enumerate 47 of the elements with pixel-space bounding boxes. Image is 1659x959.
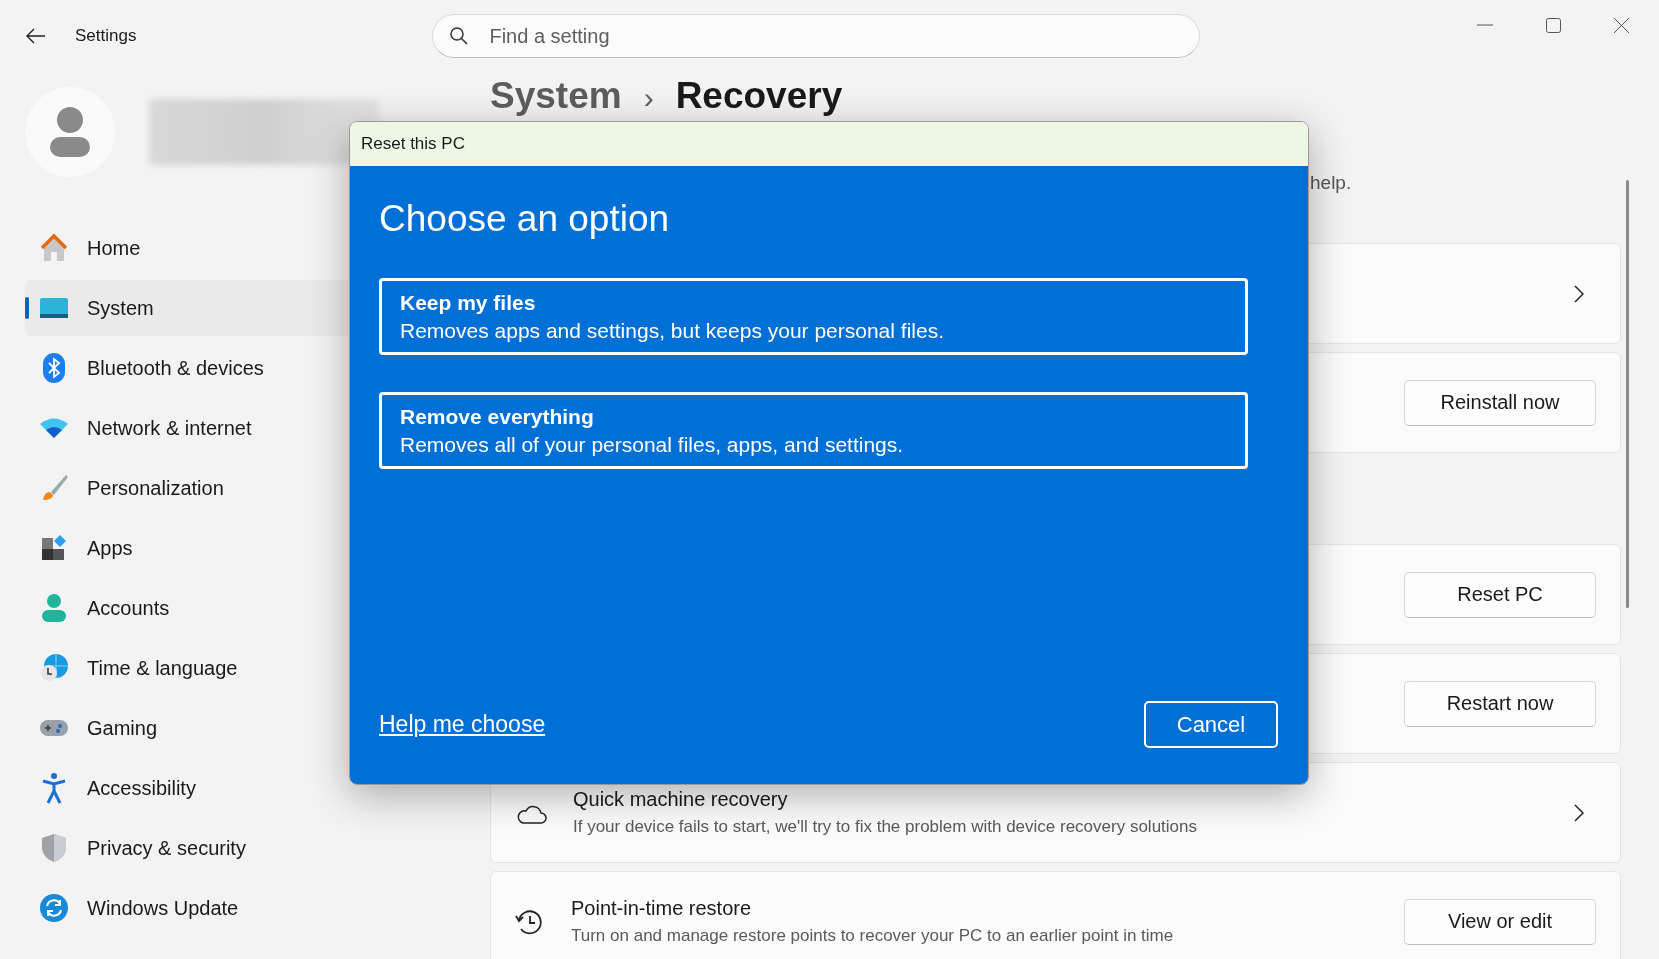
card-description: If your device fails to start, we'll try to fix the problem with device recovery solutions bbox=[573, 817, 1198, 837]
sidebar-item[interactable]: Time & language bbox=[25, 640, 370, 696]
scrollbar[interactable] bbox=[1626, 180, 1629, 608]
sidebar-item[interactable]: Windows Update bbox=[25, 880, 370, 936]
close-icon[interactable] bbox=[1614, 17, 1629, 33]
card-description: Turn on and manage restore points to recover your PC to an earlier point in time bbox=[571, 926, 1175, 946]
sidebar-item[interactable]: Accessibility bbox=[25, 760, 370, 816]
update-icon bbox=[39, 893, 69, 923]
chevron-right-icon bbox=[1574, 284, 1584, 303]
sidebar-item[interactable]: Personalization bbox=[25, 460, 370, 516]
card-action-button[interactable]: Restart now bbox=[1404, 680, 1596, 727]
sidebar-item[interactable]: Privacy & security bbox=[25, 820, 370, 876]
breadcrumb-link[interactable]: System bbox=[490, 74, 622, 118]
maximize-icon[interactable] bbox=[1546, 17, 1561, 33]
sidebar-item[interactable]: Home bbox=[25, 220, 370, 276]
sidebar-item[interactable]: Bluetooth & devices bbox=[25, 340, 370, 396]
monitor-icon bbox=[39, 296, 69, 320]
option-button[interactable]: Keep my files Removes apps and settings, but keeps your personal files. bbox=[379, 278, 1248, 355]
wifi-icon bbox=[39, 417, 69, 439]
page-description: help. bbox=[1310, 172, 1352, 195]
page-title: Recovery bbox=[675, 74, 843, 118]
search-icon bbox=[449, 26, 470, 46]
dialog-title: Reset this PC bbox=[361, 134, 465, 154]
sidebar-item[interactable]: Gaming bbox=[25, 700, 370, 756]
help-link[interactable]: Help me choose bbox=[379, 711, 546, 738]
option-button[interactable]: Remove everything Removes all of your personal files, apps, and settings. bbox=[379, 392, 1248, 469]
card-title: Point-in-time restore bbox=[571, 897, 753, 920]
gamepad-icon bbox=[39, 718, 69, 738]
card-action-button[interactable]: Reset PC bbox=[1404, 571, 1596, 618]
house-icon bbox=[39, 233, 69, 263]
sidebar-item[interactable]: Apps bbox=[25, 520, 370, 576]
cancel-button[interactable]: Cancel bbox=[1144, 701, 1278, 748]
globe-clock-icon bbox=[39, 653, 69, 683]
window-title: Settings bbox=[75, 26, 137, 46]
back-arrow-icon[interactable] bbox=[26, 28, 46, 44]
card-title: Quick machine recovery bbox=[573, 788, 789, 811]
card-action-button[interactable]: View or edit bbox=[1404, 898, 1596, 945]
sidebar-item[interactable]: Accounts bbox=[25, 580, 370, 636]
dialog-heading: Choose an option bbox=[379, 198, 671, 240]
search-field[interactable]: Find a setting bbox=[432, 14, 1201, 58]
apps-icon bbox=[39, 533, 69, 563]
breadcrumb-separator: › bbox=[643, 80, 654, 116]
shield-icon bbox=[39, 833, 69, 863]
chevron-right-icon bbox=[1574, 803, 1584, 822]
card-action-button[interactable]: Reinstall now bbox=[1404, 379, 1596, 426]
sidebar-item[interactable]: Network & internet bbox=[25, 400, 370, 456]
person-icon bbox=[39, 593, 69, 623]
